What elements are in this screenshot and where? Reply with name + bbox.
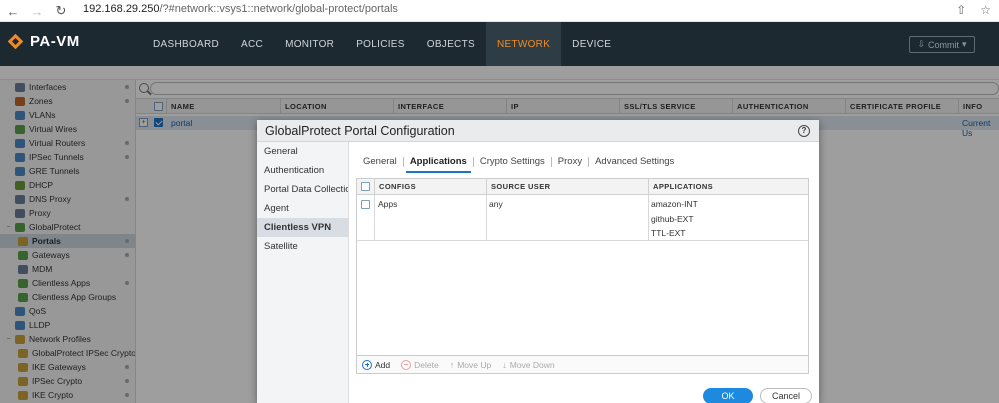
tab-crypto-settings[interactable]: Crypto Settings [474, 153, 551, 171]
ok-button[interactable]: OK [703, 388, 753, 403]
delete-label: Delete [414, 359, 439, 370]
top-navigation: DASHBOARD ACC MONITOR POLICIES OBJECTS NETWOR… [142, 22, 622, 66]
forward-arrow-icon[interactable]: → [26, 0, 48, 22]
tab-advanced-settings[interactable]: Advanced Settings [589, 153, 680, 171]
tab-dashboard[interactable]: DASHBOARD [142, 22, 230, 66]
address-bar[interactable]: 192.168.29.250/?#network::vsys1::network… [83, 3, 398, 15]
arrow-up-icon: ↑ [449, 359, 455, 370]
tab-general[interactable]: General [357, 153, 403, 171]
tab-proxy[interactable]: Proxy [552, 153, 588, 171]
divider [486, 195, 487, 240]
application-item: TTL-EXT [651, 228, 686, 238]
divider [648, 195, 649, 240]
commit-icon: ⇩ [917, 39, 925, 49]
browser-toolbar: ← → ↻ 192.168.29.250/?#network::vsys1::n… [0, 0, 999, 22]
url-path: /?#network::vsys1::network/global-protec… [159, 3, 398, 15]
dialog-nav-portal-data-collection[interactable]: Portal Data Collection [257, 180, 348, 199]
select-all-configs-checkbox[interactable] [361, 182, 370, 191]
application-item: amazon-INT [651, 199, 698, 209]
divider [357, 240, 808, 241]
move-down-label: Move Down [509, 359, 555, 370]
add-button[interactable]: Add [362, 359, 391, 370]
move-up-button[interactable]: ↑ Move Up [450, 360, 492, 370]
portal-config-dialog: GlobalProtect Portal Configuration ? Gen… [257, 120, 819, 403]
share-icon[interactable]: ⇧ [956, 3, 966, 17]
reload-icon[interactable]: ↻ [50, 0, 72, 22]
col-configs: CONFIGS [374, 179, 486, 195]
add-label: Add [375, 359, 391, 370]
delete-button[interactable]: Delete [401, 359, 439, 370]
move-down-button[interactable]: ↓ Move Down [502, 360, 554, 370]
dialog-titlebar: GlobalProtect Portal Configuration ? [257, 120, 819, 142]
plus-icon [362, 359, 372, 370]
dialog-nav-clientless-vpn[interactable]: Clientless VPN [257, 218, 348, 237]
back-arrow-icon[interactable]: ← [2, 0, 24, 22]
row-checkbox[interactable] [361, 200, 370, 209]
url-host: 192.168.29.250 [83, 3, 160, 15]
applications-table-header: CONFIGS SOURCE USER APPLICATIONS [357, 179, 808, 195]
cancel-button[interactable]: Cancel [760, 388, 812, 403]
commit-button[interactable]: ⇩ Commit ▾ [909, 36, 975, 53]
dialog-nav-satellite[interactable]: Satellite [257, 237, 348, 256]
paloalto-logo-icon [8, 34, 24, 50]
dialog-nav-general[interactable]: General [257, 142, 348, 161]
tab-device[interactable]: DEVICE [561, 22, 622, 66]
logo: PA-VM [8, 33, 80, 50]
dialog-nav-authentication[interactable]: Authentication [257, 161, 348, 180]
tab-acc[interactable]: ACC [230, 22, 274, 66]
application-item: github-EXT [651, 214, 694, 224]
logo-text: PA-VM [30, 33, 80, 50]
move-up-label: Move Up [457, 359, 492, 370]
tab-policies[interactable]: POLICIES [345, 22, 416, 66]
dialog-nav-agent[interactable]: Agent [257, 199, 348, 218]
col-applications: APPLICATIONS [648, 179, 808, 195]
help-icon[interactable]: ? [798, 125, 810, 137]
col-source-user: SOURCE USER [486, 179, 648, 195]
tab-monitor[interactable]: MONITOR [274, 22, 345, 66]
applications-table: CONFIGS SOURCE USER APPLICATIONS Apps an… [356, 178, 809, 374]
arrow-down-icon: ↓ [502, 359, 507, 370]
divider [374, 195, 375, 240]
table-toolbar: Add Delete ↑ Move Up ↓ Move Down [357, 355, 808, 373]
dialog-title: GlobalProtect Portal Configuration [265, 124, 455, 138]
commit-label: Commit [928, 39, 959, 50]
minus-icon [401, 359, 412, 370]
source-user: any [489, 199, 503, 209]
config-name: Apps [378, 199, 398, 209]
tab-applications[interactable]: Applications [404, 153, 473, 173]
app-header: PA-VM DASHBOARD ACC MONITOR POLICIES OBJECTS… [0, 22, 999, 66]
dialog-tabs: General Applications Crypto Settings Proxy A… [357, 153, 680, 173]
chevron-down-icon: ▾ [962, 39, 967, 49]
tab-objects[interactable]: OBJECTS [416, 22, 486, 66]
tab-network[interactable]: NETWORK [485, 22, 562, 66]
bookmark-star-icon[interactable]: ☆ [980, 3, 991, 17]
dialog-left-nav: General Authentication Portal Data Collect… [257, 142, 349, 403]
